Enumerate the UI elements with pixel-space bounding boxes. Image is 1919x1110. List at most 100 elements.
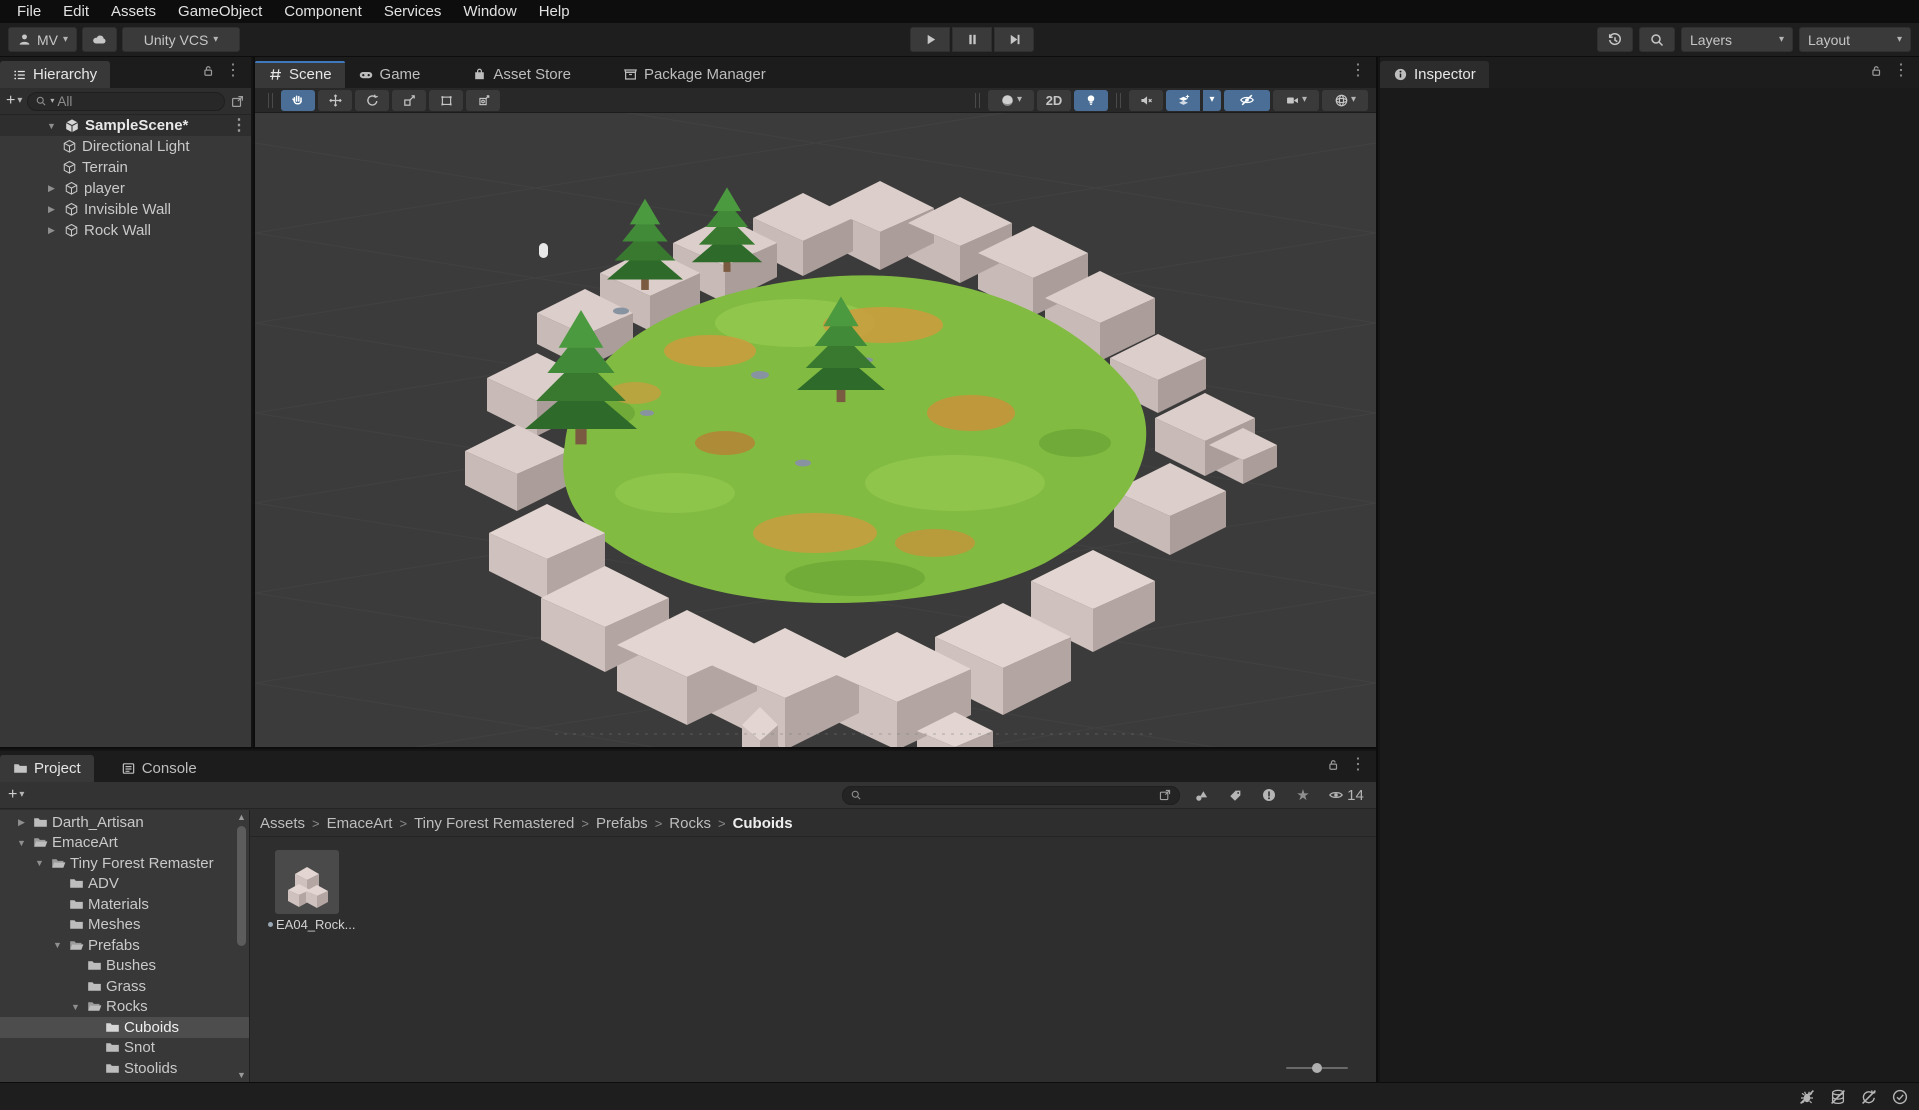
hierarchy-search-input[interactable]: ▾ All bbox=[27, 92, 225, 111]
hierarchy-item-directional-light[interactable]: Directional Light bbox=[0, 136, 251, 157]
panel-menu-icon[interactable]: ⋮ bbox=[221, 63, 245, 79]
lock-icon[interactable] bbox=[1326, 758, 1340, 772]
toolbar-grip[interactable] bbox=[1116, 93, 1121, 108]
scroll-down-icon[interactable]: ▼ bbox=[236, 1070, 247, 1080]
effects-dropdown[interactable]: ▾ bbox=[1203, 90, 1221, 111]
crumb-cuboids[interactable]: Cuboids bbox=[733, 815, 793, 832]
hierarchy-item-rock-wall[interactable]: ▶ Rock Wall bbox=[0, 220, 251, 241]
transform-tool[interactable] bbox=[466, 90, 500, 111]
layout-dropdown[interactable]: Layout ▾ bbox=[1799, 27, 1911, 52]
player-capsule[interactable] bbox=[539, 243, 548, 258]
folder-adv[interactable]: ADV bbox=[0, 874, 249, 895]
menu-component[interactable]: Component bbox=[273, 3, 373, 20]
folder-tiny-forest-remaster[interactable]: ▼Tiny Forest Remaster bbox=[0, 853, 249, 874]
folder-snot[interactable]: Snot bbox=[0, 1038, 249, 1059]
debugger-disabled-button[interactable] bbox=[1796, 1087, 1818, 1107]
folder-stoolids[interactable]: Stoolids bbox=[0, 1058, 249, 1079]
crumb-tiny-forest[interactable]: Tiny Forest Remastered bbox=[414, 815, 574, 832]
crumb-assets[interactable]: Assets bbox=[260, 815, 305, 832]
create-asset-button[interactable]: + ▾ bbox=[8, 786, 24, 804]
progress-ok-button[interactable] bbox=[1889, 1087, 1911, 1107]
auto-refresh-disabled-button[interactable] bbox=[1858, 1087, 1880, 1107]
panel-menu-icon[interactable]: ⋮ bbox=[1889, 63, 1913, 79]
expand-arrow-icon[interactable]: ▶ bbox=[14, 817, 29, 828]
expand-arrow-icon[interactable]: ▶ bbox=[44, 225, 59, 236]
tab-hierarchy[interactable]: Hierarchy bbox=[0, 61, 110, 88]
menu-services[interactable]: Services bbox=[373, 3, 453, 20]
expand-arrow-icon[interactable]: ▼ bbox=[14, 838, 29, 848]
camera-settings-dropdown[interactable]: ▾ bbox=[1273, 90, 1319, 111]
tab-game[interactable]: Game bbox=[345, 61, 434, 88]
expand-arrow-icon[interactable]: ▼ bbox=[44, 121, 59, 131]
scale-tool[interactable] bbox=[392, 90, 426, 111]
expand-arrow-icon[interactable]: ▼ bbox=[50, 940, 65, 950]
folder-rocks[interactable]: ▼Rocks bbox=[0, 997, 249, 1018]
tab-console[interactable]: Console bbox=[108, 755, 210, 782]
folder-cuboids[interactable]: Cuboids bbox=[0, 1017, 249, 1038]
draw-mode-dropdown[interactable]: ▾ bbox=[988, 90, 1034, 111]
play-button[interactable] bbox=[910, 27, 950, 52]
2d-toggle[interactable]: 2D bbox=[1037, 90, 1071, 111]
thumbnail-zoom-slider[interactable] bbox=[1286, 1062, 1348, 1074]
favorites-button[interactable]: ★ bbox=[1290, 785, 1316, 805]
folder-meshes[interactable]: Meshes bbox=[0, 915, 249, 936]
expand-arrow-icon[interactable]: ▼ bbox=[68, 1002, 83, 1012]
tree-scrollbar[interactable]: ▲ ▼ bbox=[236, 812, 247, 1080]
scene-lighting-toggle[interactable] bbox=[1074, 90, 1108, 111]
rotate-tool[interactable] bbox=[355, 90, 389, 111]
step-button[interactable] bbox=[994, 27, 1034, 52]
tab-package-manager[interactable]: Package Manager bbox=[610, 61, 779, 88]
panel-menu-icon[interactable]: ⋮ bbox=[1346, 63, 1370, 79]
panel-menu-icon[interactable]: ⋮ bbox=[1346, 757, 1370, 773]
filter-by-label-button[interactable] bbox=[1222, 785, 1248, 805]
folder-darth-artisan[interactable]: ▶Darth_Artisan bbox=[0, 812, 249, 833]
gizmos-dropdown[interactable]: ▾ bbox=[1322, 90, 1368, 111]
view-hand-tool[interactable] bbox=[281, 90, 315, 111]
folder-materials[interactable]: Materials bbox=[0, 894, 249, 915]
filter-by-type-button[interactable] bbox=[1188, 785, 1214, 805]
folder-grass[interactable]: Grass bbox=[0, 976, 249, 997]
visibility-count[interactable]: 14 bbox=[1324, 785, 1368, 805]
undo-history-button[interactable] bbox=[1597, 27, 1633, 52]
hierarchy-item-terrain[interactable]: Terrain bbox=[0, 157, 251, 178]
open-search-window-icon[interactable] bbox=[1158, 788, 1172, 802]
crumb-prefabs[interactable]: Prefabs bbox=[596, 815, 648, 832]
move-tool[interactable] bbox=[318, 90, 352, 111]
effects-toggle[interactable] bbox=[1166, 90, 1200, 111]
menu-window[interactable]: Window bbox=[452, 3, 527, 20]
cloud-button[interactable] bbox=[82, 27, 117, 52]
pause-button[interactable] bbox=[952, 27, 992, 52]
menu-gameobject[interactable]: GameObject bbox=[167, 3, 273, 20]
toolbar-grip[interactable] bbox=[268, 93, 273, 108]
menu-help[interactable]: Help bbox=[528, 3, 581, 20]
search-button[interactable] bbox=[1639, 27, 1675, 52]
lock-icon[interactable] bbox=[1869, 64, 1883, 78]
crumb-rocks[interactable]: Rocks bbox=[669, 815, 711, 832]
hierarchy-item-player[interactable]: ▶ player bbox=[0, 178, 251, 199]
account-dropdown[interactable]: MV ▾ bbox=[8, 27, 77, 52]
folder-bushes[interactable]: Bushes bbox=[0, 956, 249, 977]
scroll-up-icon[interactable]: ▲ bbox=[236, 812, 247, 822]
expand-arrow-icon[interactable]: ▼ bbox=[32, 858, 47, 868]
tab-project[interactable]: Project bbox=[0, 755, 94, 782]
project-search-input[interactable] bbox=[842, 786, 1180, 805]
hidden-objects-toggle[interactable] bbox=[1224, 90, 1270, 111]
tab-asset-store[interactable]: Asset Store bbox=[459, 61, 584, 88]
scene-viewport-3d[interactable]: .ftop{fill:#e3d6d2}.fleft{fill:#cfc1bd}.… bbox=[255, 113, 1376, 747]
asset-item[interactable]: EA04_Rock... bbox=[268, 850, 346, 932]
layers-dropdown[interactable]: Layers ▾ bbox=[1681, 27, 1793, 52]
vcs-dropdown[interactable]: Unity VCS ▾ bbox=[122, 27, 240, 52]
lock-icon[interactable] bbox=[201, 64, 215, 78]
folder-emaceart[interactable]: ▼EmaceArt bbox=[0, 833, 249, 854]
scene-menu-icon[interactable]: ⋮ bbox=[227, 118, 251, 134]
expand-arrow-icon[interactable]: ▶ bbox=[44, 204, 59, 215]
hierarchy-item-invisible-wall[interactable]: ▶ Invisible Wall bbox=[0, 199, 251, 220]
crumb-emaceart[interactable]: EmaceArt bbox=[327, 815, 393, 832]
menu-edit[interactable]: Edit bbox=[52, 3, 100, 20]
cache-server-disabled-button[interactable] bbox=[1827, 1087, 1849, 1107]
open-search-window-icon[interactable] bbox=[230, 94, 245, 109]
expand-arrow-icon[interactable]: ▶ bbox=[44, 183, 59, 194]
menu-assets[interactable]: Assets bbox=[100, 3, 167, 20]
rect-tool[interactable] bbox=[429, 90, 463, 111]
scene-header-row[interactable]: ▼ SampleScene* ⋮ bbox=[0, 115, 251, 136]
